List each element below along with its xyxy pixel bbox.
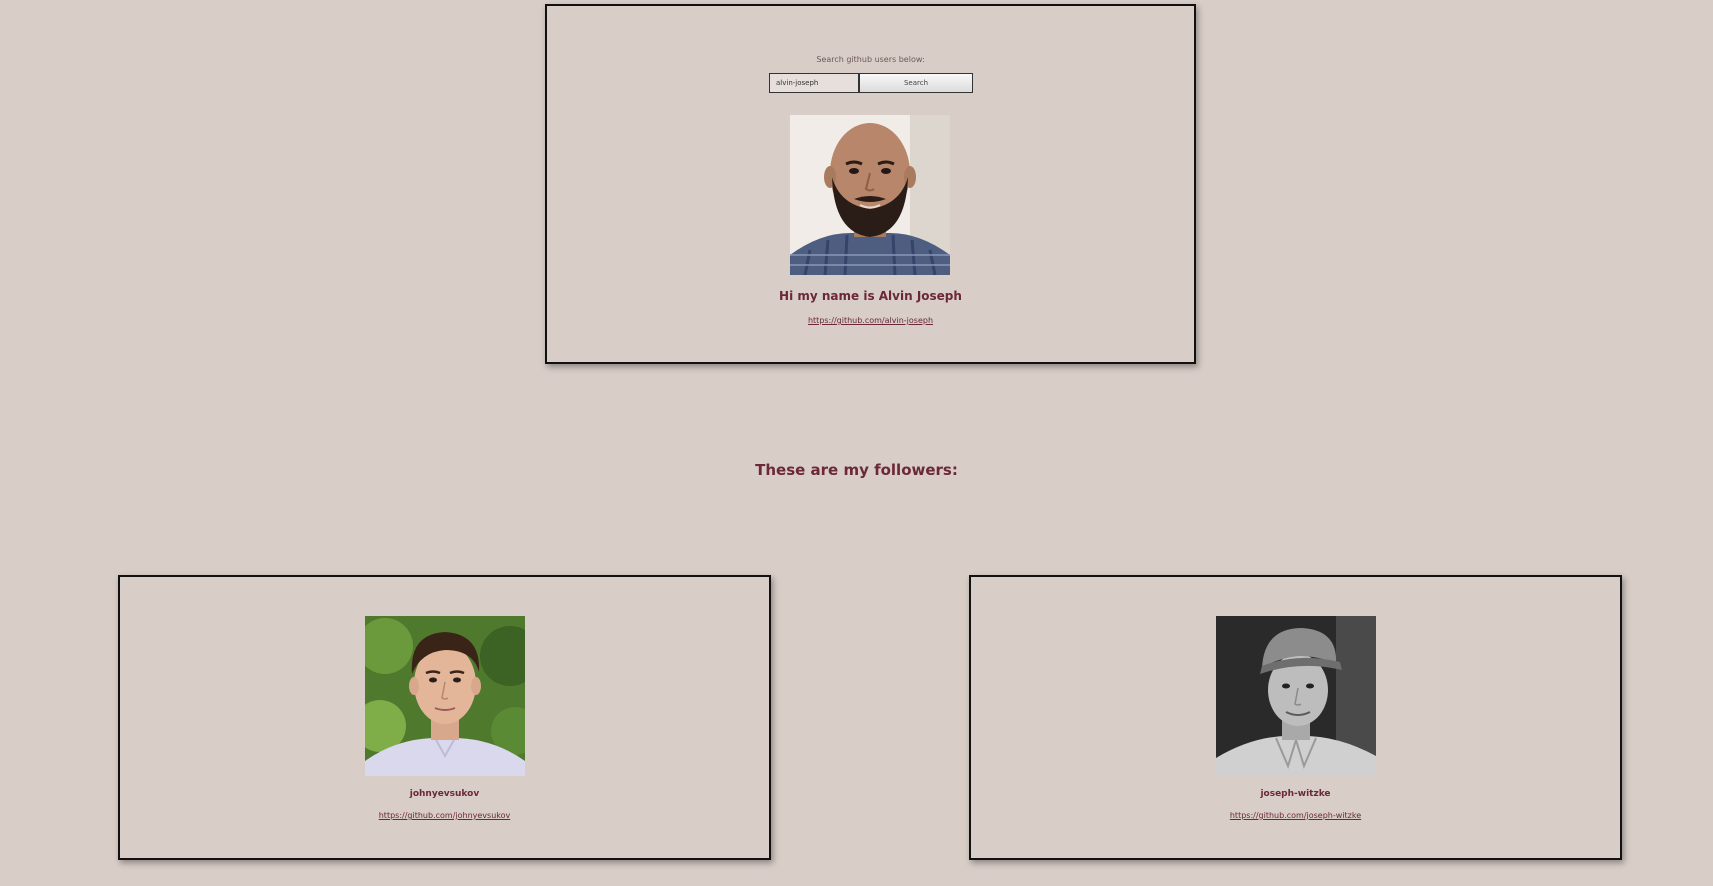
follower-avatar [1216, 616, 1376, 776]
follower-github-link[interactable]: https://github.com/joseph-witzke [971, 811, 1620, 820]
search-label: Search github users below: [816, 55, 925, 64]
search-input[interactable] [769, 73, 859, 93]
user-avatar [790, 115, 950, 275]
person-photo-avatar-icon [365, 616, 525, 776]
person-photo-avatar-icon [790, 115, 950, 275]
search-form: Search [769, 73, 973, 93]
profile-greeting: Hi my name is Alvin Joseph [779, 289, 962, 303]
follower-card: johnyevsukov https://github.com/johnyevs… [118, 575, 771, 860]
search-button[interactable]: Search [859, 73, 973, 93]
follower-github-link[interactable]: https://github.com/johnyevsukov [120, 811, 769, 820]
follower-login: joseph-witzke [1260, 789, 1331, 799]
profile-github-link[interactable]: https://github.com/alvin-joseph [547, 316, 1194, 325]
followers-heading: These are my followers: [755, 461, 958, 479]
follower-card: joseph-witzke https://github.com/joseph-… [969, 575, 1622, 860]
user-profile-card: Search github users below: Search [545, 4, 1196, 364]
person-photo-avatar-icon [1216, 616, 1376, 776]
follower-login: johnyevsukov [409, 789, 480, 799]
follower-avatar [365, 616, 525, 776]
